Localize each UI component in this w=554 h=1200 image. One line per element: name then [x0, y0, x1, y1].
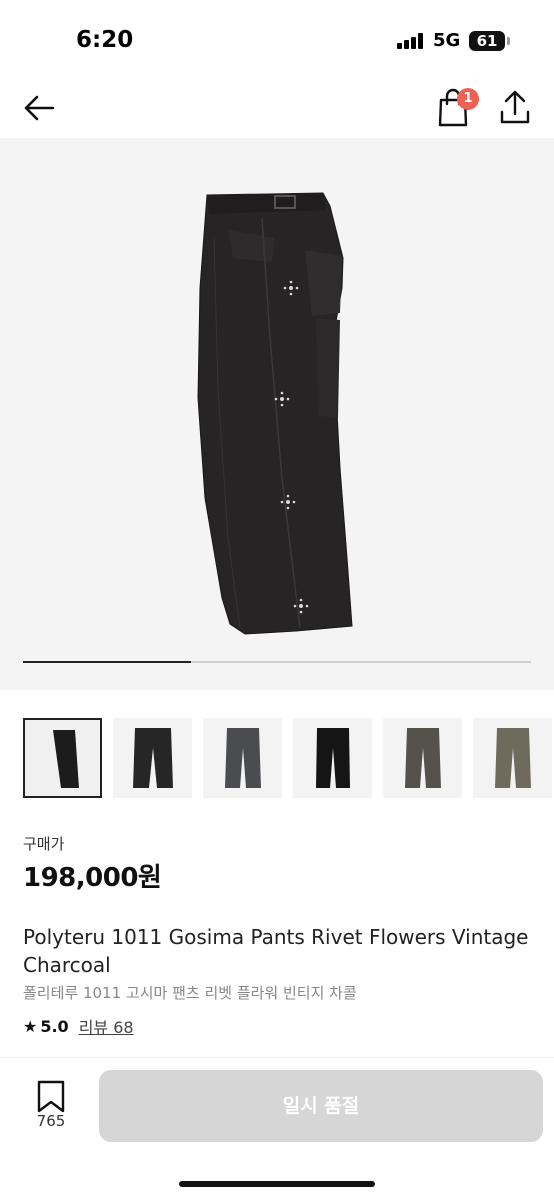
- status-time: 6:20: [76, 27, 134, 53]
- bookmark-count: 765: [36, 1112, 66, 1130]
- divider: [0, 1057, 554, 1058]
- network-type: 5G: [433, 30, 461, 51]
- rating-row: ★ 5.0 리뷰 68: [23, 1014, 134, 1038]
- status-bar: 6:20 5G 61: [0, 0, 554, 78]
- thumbnail-strip: [23, 718, 554, 798]
- rating-value: 5.0: [40, 1016, 69, 1036]
- star-icon: ★: [23, 1016, 38, 1036]
- thumbnail-3[interactable]: [203, 718, 282, 798]
- product-title-korean: 폴리테루 1011 고시마 팬츠 리벳 플라워 빈티지 차콜: [23, 984, 357, 1002]
- sold-out-button[interactable]: 일시 품절: [99, 1070, 543, 1142]
- share-button[interactable]: [496, 86, 534, 128]
- product-title: Polyteru 1011 Gosima Pants Rivet Flowers…: [23, 925, 529, 977]
- thumbnail-5[interactable]: [383, 718, 462, 798]
- share-icon: [500, 90, 530, 124]
- home-indicator: [179, 1181, 375, 1187]
- gallery-progress-fill: [23, 661, 191, 663]
- thumbnail-4[interactable]: [293, 718, 372, 798]
- thumbnail-1[interactable]: [23, 718, 102, 798]
- battery-level: 61: [476, 32, 498, 50]
- gallery-progress: [23, 661, 531, 663]
- product-image: [197, 192, 353, 635]
- price: 198,000원: [23, 863, 162, 893]
- arrow-left-icon: [24, 95, 55, 121]
- battery-nub: [507, 37, 510, 45]
- thumbnail-2[interactable]: [113, 718, 192, 798]
- thumbnail-6[interactable]: [473, 718, 552, 798]
- bookmark-icon: [37, 1080, 65, 1113]
- cart-count-badge: 1: [457, 88, 479, 110]
- price-label: 구매가: [23, 835, 65, 853]
- back-button[interactable]: [20, 88, 60, 128]
- product-image-gallery[interactable]: [0, 138, 554, 690]
- battery-icon: 61: [469, 31, 505, 51]
- review-link[interactable]: 리뷰 68: [79, 1014, 134, 1038]
- signal-icon: [397, 33, 427, 49]
